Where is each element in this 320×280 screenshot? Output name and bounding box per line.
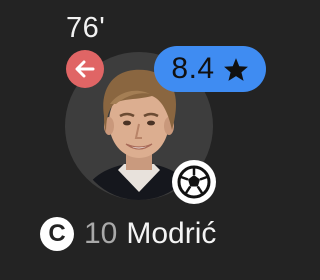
captain-badge: C — [40, 217, 74, 251]
player-name: Modrić — [126, 217, 217, 250]
captain-letter: C — [48, 220, 66, 247]
star-icon — [223, 57, 248, 81]
player-card[interactable]: 76' 8.4 C 10 Modrić — [0, 0, 287, 280]
goal-badge — [172, 160, 216, 204]
substitution-badge — [66, 50, 104, 88]
soccer-ball-icon — [177, 165, 211, 199]
rating-badge: 8.4 — [154, 46, 266, 92]
player-number: 10 — [84, 217, 118, 250]
substitution-minute: 76' — [66, 12, 106, 44]
arrow-left-icon — [75, 60, 95, 78]
player-name-row: C 10 Modrić — [40, 214, 216, 254]
rating-value: 8.4 — [171, 52, 215, 85]
